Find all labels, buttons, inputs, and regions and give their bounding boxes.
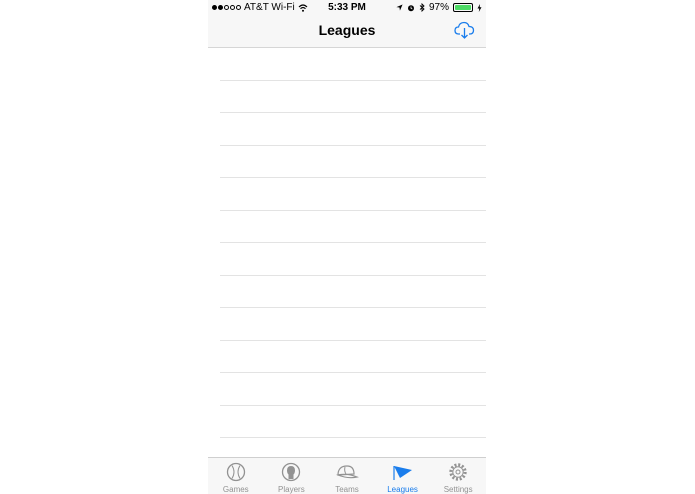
tab-players[interactable]: Players (264, 458, 320, 494)
list-item[interactable] (220, 211, 486, 243)
page-title: Leagues (318, 22, 376, 38)
baseball-icon (226, 462, 245, 482)
phone-screen: AT&T Wi-Fi 5:33 PM 97% Leagues Games Pla… (208, 0, 486, 494)
location-arrow-icon (396, 4, 403, 11)
leagues-list[interactable] (208, 48, 486, 456)
tab-label-players: Players (278, 485, 305, 494)
list-item[interactable] (220, 48, 486, 81)
tab-leagues[interactable]: Leagues (375, 458, 431, 494)
cloud-download-icon[interactable] (454, 20, 476, 40)
list-item[interactable] (220, 178, 486, 211)
tab-settings[interactable]: Settings (430, 458, 486, 494)
battery-percent: 97% (428, 2, 449, 13)
bluetooth-icon (419, 3, 425, 12)
cap-icon (335, 465, 359, 479)
charging-bolt-icon (477, 3, 482, 12)
tab-games[interactable]: Games (208, 458, 264, 494)
list-item[interactable] (220, 146, 486, 178)
flag-icon (392, 466, 412, 480)
tab-teams[interactable]: Teams (319, 458, 375, 494)
list-item[interactable] (220, 276, 486, 308)
list-item[interactable] (220, 373, 486, 406)
tab-label-teams: Teams (335, 485, 359, 494)
tab-label-leagues: Leagues (387, 485, 418, 494)
tab-label-settings: Settings (443, 485, 473, 494)
list-item[interactable] (220, 341, 486, 373)
alarm-icon (407, 4, 414, 11)
list-item[interactable] (220, 113, 486, 146)
tab-bar: Games Players Teams Leagues Settings (208, 457, 486, 494)
navigation-bar: Leagues (208, 15, 486, 48)
gear-icon (449, 463, 467, 481)
player-head-icon (282, 462, 301, 482)
list-item[interactable] (220, 308, 486, 341)
list-item[interactable] (220, 243, 486, 276)
status-right: 97% (396, 2, 482, 13)
list-item[interactable] (220, 406, 486, 438)
status-bar: AT&T Wi-Fi 5:33 PM 97% (208, 0, 486, 15)
tab-label-games: Games (222, 485, 249, 494)
battery-icon (453, 3, 473, 12)
list-item[interactable] (220, 81, 486, 113)
